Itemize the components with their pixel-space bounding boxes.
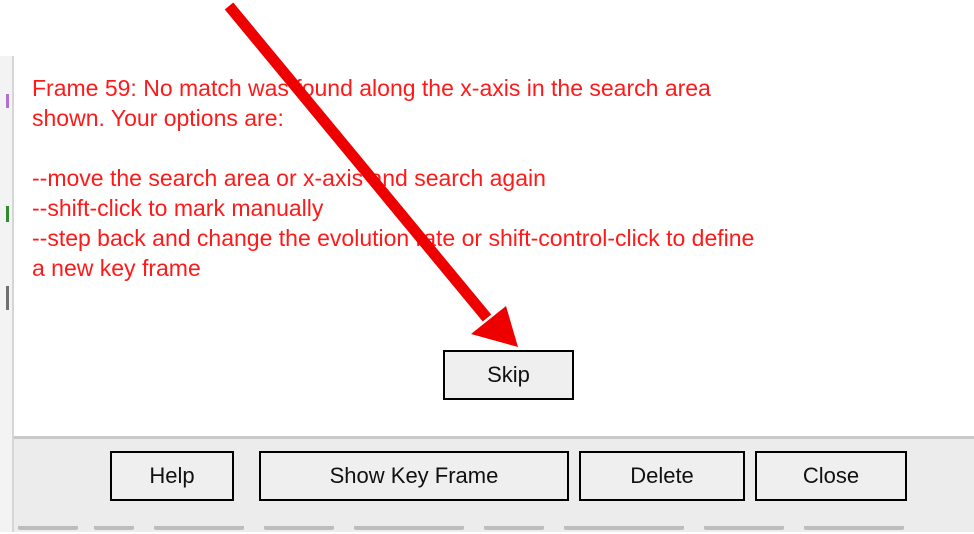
clipped-text-below — [14, 526, 974, 534]
skip-button[interactable]: Skip — [443, 350, 574, 400]
message-panel: Frame 59: No match was found along the x… — [14, 56, 974, 436]
message-line — [32, 133, 972, 163]
edge-marker — [6, 206, 9, 222]
tracking-dialog: Frame 59: No match was found along the x… — [0, 56, 974, 532]
edge-marker — [6, 94, 9, 108]
message-line: --move the search area or x-axis and sea… — [32, 165, 546, 191]
close-button[interactable]: Close — [755, 451, 907, 501]
show-key-frame-button[interactable]: Show Key Frame — [259, 451, 569, 501]
message-line: shown. Your options are: — [32, 105, 284, 131]
edge-marker — [6, 286, 9, 310]
dialog-toolbar: Help Show Key Frame Delete Close — [14, 439, 974, 532]
help-button[interactable]: Help — [110, 451, 234, 501]
message-line: --step back and change the evolution rat… — [32, 225, 755, 251]
message-line: Frame 59: No match was found along the x… — [32, 75, 711, 101]
message-line: --shift-click to mark manually — [32, 195, 324, 221]
message-line: a new key frame — [32, 255, 201, 281]
no-match-message: Frame 59: No match was found along the x… — [32, 73, 972, 283]
delete-button[interactable]: Delete — [579, 451, 745, 501]
left-panel-edge — [0, 56, 14, 532]
